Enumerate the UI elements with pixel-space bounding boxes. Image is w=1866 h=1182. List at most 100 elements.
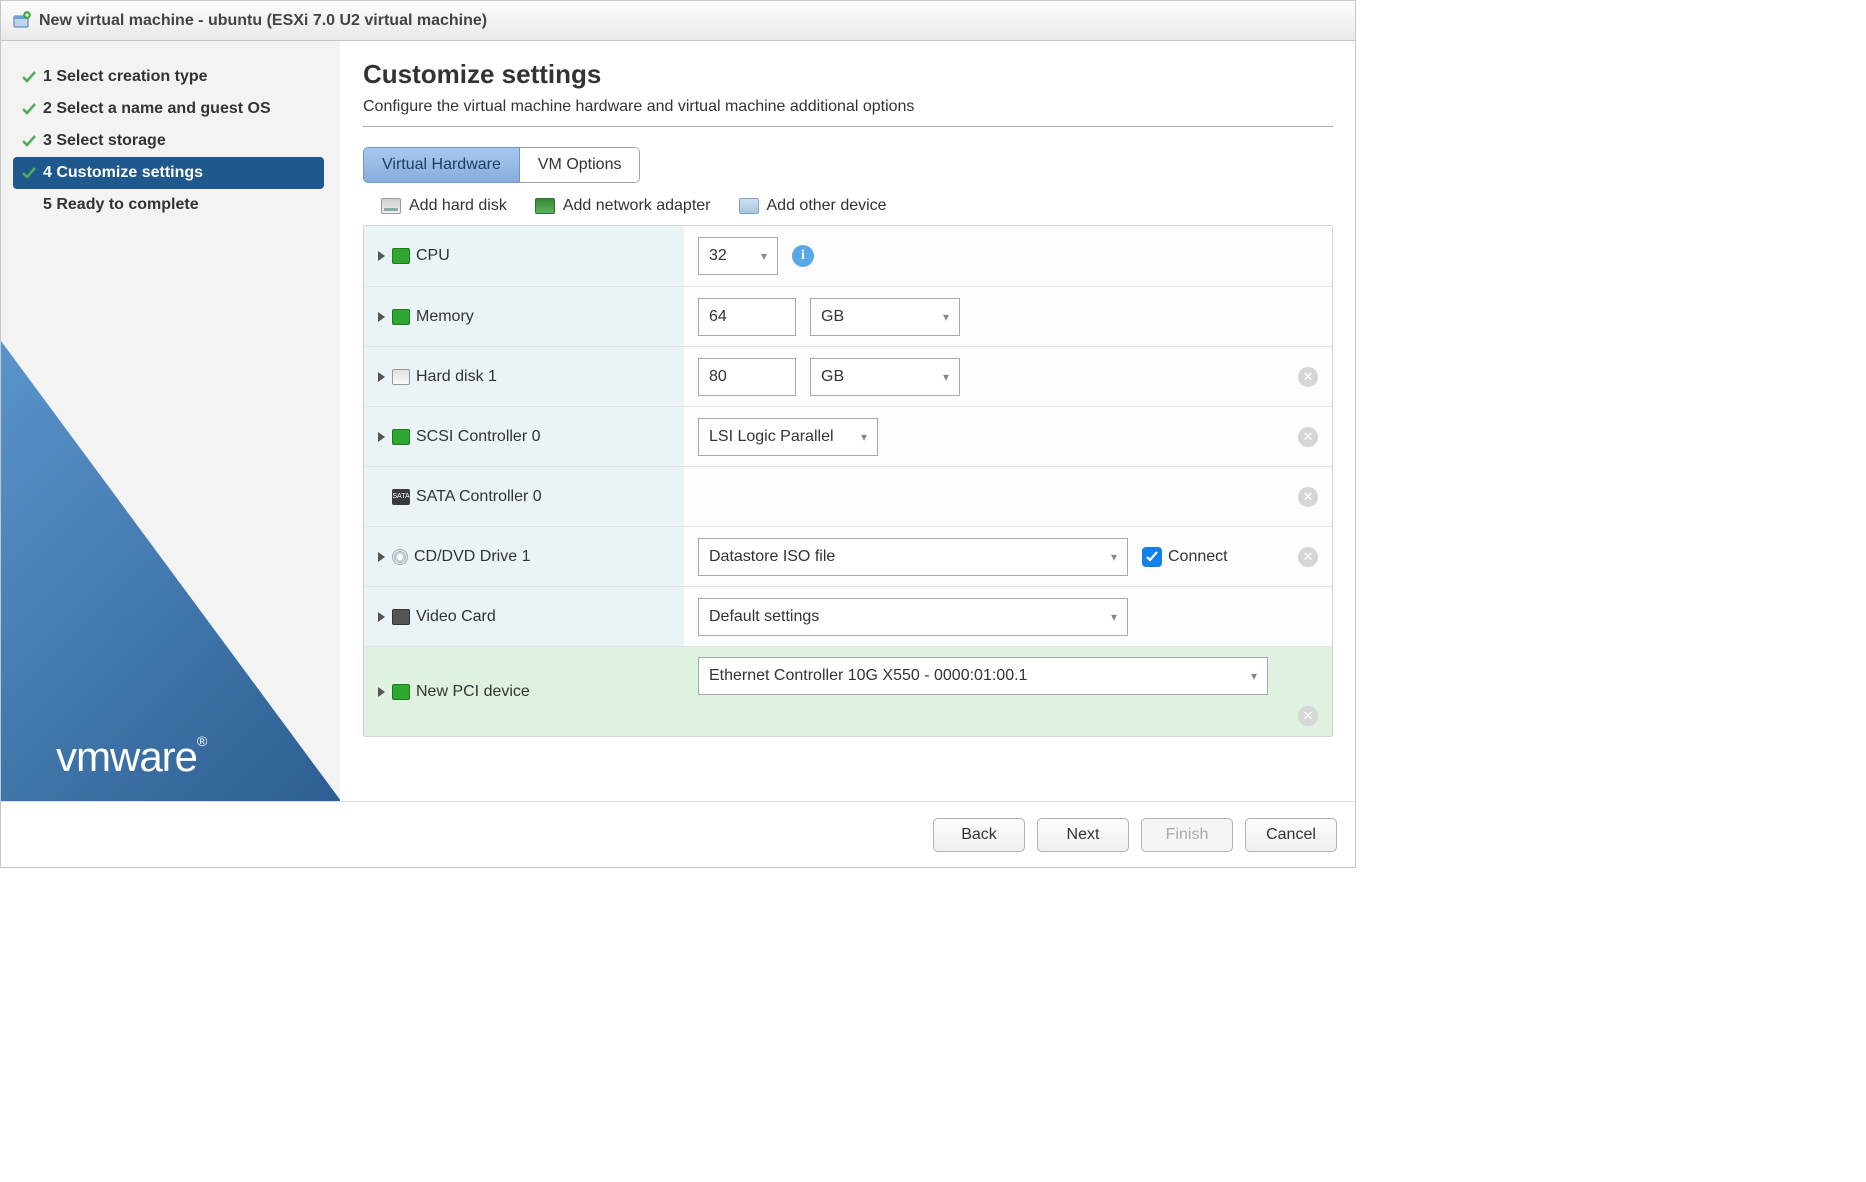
cpu-icon (392, 248, 410, 264)
add-other-device-button[interactable]: Add other device (739, 197, 887, 215)
finish-button: Finish (1141, 818, 1233, 852)
hw-row-scsi: SCSI Controller 0 LSI Logic Parallel ▾ ✕ (364, 406, 1332, 466)
disk-unit-select[interactable]: GB ▾ (810, 358, 960, 396)
other-device-icon (739, 198, 759, 214)
add-network-adapter-button[interactable]: Add network adapter (535, 197, 711, 215)
expand-icon[interactable] (376, 687, 386, 697)
check-icon (21, 133, 37, 149)
remove-device-button[interactable]: ✕ (1298, 487, 1318, 507)
page-subheading: Configure the virtual machine hardware a… (363, 98, 1333, 116)
next-button[interactable]: Next (1037, 818, 1129, 852)
check-icon (21, 69, 37, 85)
step-label: 5 Ready to complete (43, 196, 199, 214)
chevron-down-icon: ▾ (943, 310, 949, 324)
add-hard-disk-button[interactable]: Add hard disk (381, 197, 507, 215)
expand-icon[interactable] (376, 432, 386, 442)
titlebar: New virtual machine - ubuntu (ESXi 7.0 U… (1, 1, 1355, 41)
remove-device-button[interactable]: ✕ (1298, 427, 1318, 447)
step-label: 3 Select storage (43, 132, 166, 150)
hw-row-video: Video Card Default settings ▾ (364, 586, 1332, 646)
step-label: 2 Select a name and guest OS (43, 100, 271, 118)
video-card-icon (392, 609, 410, 625)
divider (363, 126, 1333, 127)
chevron-down-icon: ▾ (943, 370, 949, 384)
pci-device-select[interactable]: Ethernet Controller 10G X550 - 0000:01:0… (698, 657, 1268, 695)
disk-size-input[interactable] (698, 358, 796, 396)
hw-value-cpu: 32 ▾ i (684, 226, 1332, 286)
remove-device-button[interactable]: ✕ (1298, 547, 1318, 567)
memory-size-input[interactable] (698, 298, 796, 336)
hardware-table: CPU 32 ▾ i Memory (363, 225, 1333, 737)
hw-row-sata: SATA SATA Controller 0 ✕ (364, 466, 1332, 526)
hw-label-hard-disk: Hard disk 1 (364, 347, 684, 406)
video-settings-select[interactable]: Default settings ▾ (698, 598, 1128, 636)
hw-row-memory: Memory GB ▾ (364, 286, 1332, 346)
cd-connect-checkbox[interactable]: Connect (1142, 547, 1228, 567)
page-heading: Customize settings (363, 59, 1333, 90)
info-icon[interactable]: i (792, 245, 814, 267)
hw-label-video: Video Card (364, 587, 684, 646)
main-panel: Customize settings Configure the virtual… (341, 41, 1355, 801)
hw-toolbar: Add hard disk Add network adapter Add ot… (363, 183, 1333, 225)
hw-row-cpu: CPU 32 ▾ i (364, 226, 1332, 286)
cd-source-select[interactable]: Datastore ISO file ▾ (698, 538, 1128, 576)
expand-icon[interactable] (376, 552, 386, 562)
expand-icon[interactable] (376, 612, 386, 622)
window-title: New virtual machine - ubuntu (ESXi 7.0 U… (39, 12, 487, 30)
sata-icon: SATA (392, 489, 410, 505)
sidebar-decoration (1, 341, 341, 801)
scsi-type-select[interactable]: LSI Logic Parallel ▾ (698, 418, 878, 456)
tab-virtual-hardware[interactable]: Virtual Hardware (363, 147, 520, 183)
hw-value-pci: Ethernet Controller 10G X550 - 0000:01:0… (684, 647, 1332, 736)
network-adapter-icon (535, 198, 555, 214)
step-4[interactable]: 4 Customize settings (13, 157, 324, 189)
chevron-down-icon: ▾ (1251, 669, 1257, 683)
wizard-footer: Back Next Finish Cancel (1, 801, 1355, 867)
step-2[interactable]: 2 Select a name and guest OS (13, 93, 324, 125)
expand-icon[interactable] (376, 251, 386, 261)
step-1[interactable]: 1 Select creation type (13, 61, 324, 93)
hw-label-pci: New PCI device (364, 647, 684, 736)
cd-icon (392, 549, 408, 565)
hw-row-cddvd: CD/DVD Drive 1 Datastore ISO file ▾ Conn… (364, 526, 1332, 586)
hard-disk-icon (381, 198, 401, 214)
remove-device-button[interactable]: ✕ (1298, 706, 1318, 726)
hw-value-scsi: LSI Logic Parallel ▾ ✕ (684, 407, 1332, 466)
scsi-icon (392, 429, 410, 445)
hw-value-memory: GB ▾ (684, 287, 1332, 346)
remove-device-button[interactable]: ✕ (1298, 367, 1318, 387)
hw-value-video: Default settings ▾ (684, 587, 1332, 646)
check-icon (21, 165, 37, 181)
vmware-logo: vmware® (56, 733, 206, 781)
chevron-down-icon: ▾ (1111, 550, 1117, 564)
pci-device-icon (392, 684, 410, 700)
hw-label-scsi: SCSI Controller 0 (364, 407, 684, 466)
cpu-count-select[interactable]: 32 ▾ (698, 237, 778, 275)
wizard-body: 1 Select creation type 2 Select a name a… (1, 41, 1355, 801)
wizard-window: New virtual machine - ubuntu (ESXi 7.0 U… (0, 0, 1356, 868)
memory-unit-select[interactable]: GB ▾ (810, 298, 960, 336)
expand-icon[interactable] (376, 312, 386, 322)
tab-vm-options[interactable]: VM Options (520, 147, 641, 183)
hw-value-cddvd: Datastore ISO file ▾ Connect ✕ (684, 527, 1332, 586)
tab-bar: Virtual Hardware VM Options (363, 147, 1333, 183)
checkbox-checked-icon (1142, 547, 1162, 567)
chevron-down-icon: ▾ (1111, 610, 1117, 624)
chevron-down-icon: ▾ (761, 249, 767, 263)
check-icon (21, 101, 37, 117)
hw-value-hard-disk: GB ▾ ✕ (684, 347, 1332, 406)
memory-icon (392, 309, 410, 325)
hw-label-memory: Memory (364, 287, 684, 346)
step-3[interactable]: 3 Select storage (13, 125, 324, 157)
step-5[interactable]: 5 Ready to complete (13, 189, 324, 221)
cancel-button[interactable]: Cancel (1245, 818, 1337, 852)
hw-row-hard-disk: Hard disk 1 GB ▾ ✕ (364, 346, 1332, 406)
back-button[interactable]: Back (933, 818, 1025, 852)
hw-label-cddvd: CD/DVD Drive 1 (364, 527, 684, 586)
chevron-down-icon: ▾ (861, 430, 867, 444)
expand-icon[interactable] (376, 372, 386, 382)
hw-label-sata: SATA SATA Controller 0 (364, 467, 684, 526)
sidebar: 1 Select creation type 2 Select a name a… (1, 41, 341, 801)
hw-label-cpu: CPU (364, 226, 684, 286)
step-label: 1 Select creation type (43, 68, 208, 86)
